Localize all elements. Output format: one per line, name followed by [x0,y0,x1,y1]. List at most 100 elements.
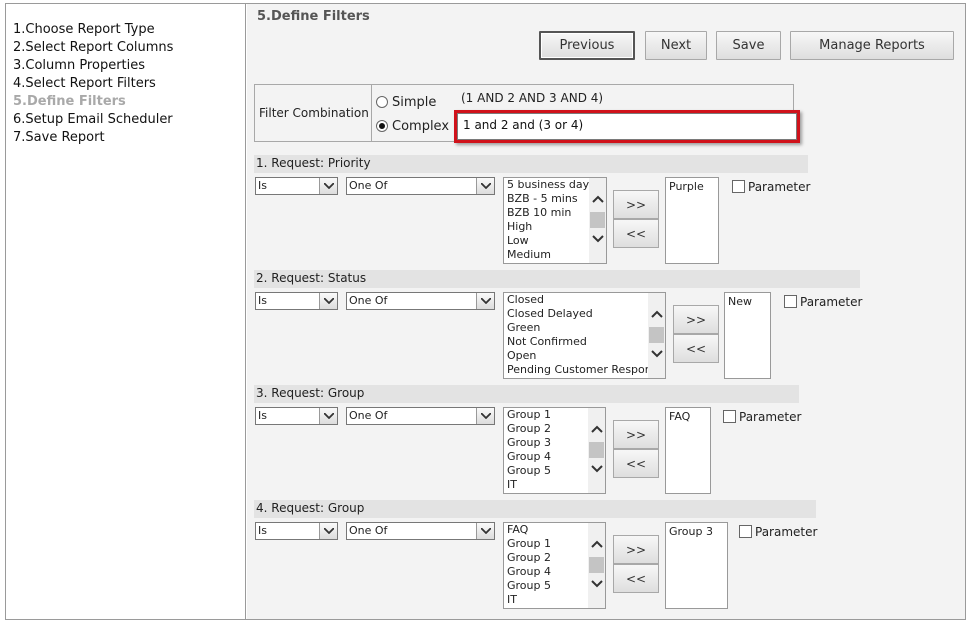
list-item[interactable]: Open [504,349,665,363]
filter-2-parameter-checkbox[interactable] [784,295,797,308]
filter-3-header: 3. Request: Group [254,385,799,403]
list-item[interactable]: Closed Delayed [504,307,665,321]
chevron-up-icon[interactable] [590,538,603,550]
complex-radio-label[interactable]: Complex [392,119,449,134]
list-item[interactable]: Pending Customer Response [504,363,665,377]
scrollbar[interactable] [648,293,665,378]
filter-2-add-button[interactable]: >> [673,305,719,334]
filter-2-selected-list[interactable]: New [724,292,771,379]
filter-3-match-value: One Of [349,409,388,422]
filter-4-available-list[interactable]: FAQ Group 1 Group 2 Group 4 Group 5 IT [503,522,606,609]
wizard-steps-sidebar: 1.Choose Report Type 2.Select Report Col… [6,4,246,619]
filter-1-condition-select[interactable]: Is [255,177,338,195]
filter-2-condition-select[interactable]: Is [255,292,338,310]
step-define-filters: 5.Define Filters [13,94,126,109]
list-item[interactable]: FAQ [669,410,707,423]
scrollbar[interactable] [588,408,605,493]
filter-3-available-list[interactable]: Group 1 Group 2 Group 3 Group 4 Group 5 … [503,407,606,494]
scrollbar-thumb[interactable] [589,557,604,573]
page-title: 5.Define Filters [257,9,370,24]
step-select-report-columns[interactable]: 2.Select Report Columns [13,40,173,55]
filter-4-parameter-checkbox[interactable] [739,525,752,538]
filter-3-add-button[interactable]: >> [613,420,659,449]
filter-1-available-list[interactable]: 5 business days BZB - 5 mins BZB 10 min … [503,177,607,264]
scrollbar[interactable] [589,178,606,263]
previous-button[interactable]: Previous [539,31,635,60]
filter-1-parameter-checkbox[interactable] [732,180,745,193]
simple-combination-text: (1 AND 2 AND 3 AND 4) [461,91,604,105]
report-wizard-frame: 1.Choose Report Type 2.Select Report Col… [5,3,966,620]
filter-1-remove-button[interactable]: << [613,219,659,248]
save-button[interactable]: Save [716,31,781,60]
filter-2-header: 2. Request: Status [254,270,860,288]
filter-2-match-select[interactable]: One Of [346,292,495,310]
filter-2-remove-button[interactable]: << [673,334,719,363]
chevron-down-icon[interactable] [319,178,337,194]
chevron-up-icon[interactable] [591,193,604,205]
scrollbar-thumb[interactable] [589,442,604,458]
chevron-down-icon[interactable] [591,233,604,245]
chevron-up-icon[interactable] [590,423,603,435]
chevron-down-icon[interactable] [650,348,663,360]
filter-combination-box: Filter Combination Simple (1 AND 2 AND 3… [254,84,800,143]
filter-1-match-select[interactable]: One Of [346,177,495,195]
filter-4-match-select[interactable]: One Of [346,522,495,540]
filter-1-add-button[interactable]: >> [613,190,659,219]
filter-2-available-list[interactable]: Closed Closed Delayed Green Not Confirme… [503,292,666,379]
list-item[interactable]: New [728,295,767,308]
scrollbar-thumb[interactable] [649,327,664,343]
filter-4-remove-button[interactable]: << [613,564,659,593]
filter-4-header: 4. Request: Group [254,500,816,518]
complex-expression-input[interactable]: 1 and 2 and (3 or 4) [457,113,797,140]
list-item[interactable]: Purple [669,180,715,193]
step-column-properties[interactable]: 3.Column Properties [13,58,145,73]
filter-4-selected-list[interactable]: Group 3 [665,522,728,609]
chevron-down-icon[interactable] [319,523,337,539]
filter-1-condition-value: Is [258,179,267,192]
chevron-down-icon[interactable] [319,293,337,309]
chevron-down-icon[interactable] [476,523,494,539]
filter-4-condition-select[interactable]: Is [255,522,338,540]
complex-radio[interactable] [376,120,388,132]
next-button[interactable]: Next [645,31,707,60]
scrollbar[interactable] [588,523,605,608]
filter-3-remove-button[interactable]: << [613,449,659,478]
scrollbar-thumb[interactable] [590,212,605,228]
filter-3-selected-list[interactable]: FAQ [665,407,711,494]
step-choose-report-type[interactable]: 1.Choose Report Type [13,22,155,37]
chevron-down-icon[interactable] [590,463,603,475]
list-item[interactable]: Group 3 [669,525,724,538]
chevron-down-icon[interactable] [319,408,337,424]
chevron-up-icon[interactable] [650,308,663,320]
chevron-down-icon[interactable] [476,408,494,424]
filter-1-header: 1. Request: Priority [254,155,808,173]
chevron-down-icon[interactable] [476,293,494,309]
step-select-report-filters[interactable]: 4.Select Report Filters [13,76,156,91]
chevron-down-icon[interactable] [590,578,603,590]
define-filters-panel: 5.Define Filters Previous Next Save Mana… [247,4,965,619]
filter-4-add-button[interactable]: >> [613,535,659,564]
filter-4-match-value: One Of [349,524,388,537]
list-item[interactable]: Closed [504,293,665,307]
list-item[interactable]: Green [504,321,665,335]
list-item[interactable]: Not Confirmed [504,335,665,349]
filter-3-parameter-checkbox[interactable] [723,410,736,423]
filter-combination-label: Filter Combination [255,85,372,141]
step-setup-email-scheduler[interactable]: 6.Setup Email Scheduler [13,112,173,127]
filter-3-match-select[interactable]: One Of [346,407,495,425]
chevron-down-icon[interactable] [476,178,494,194]
simple-radio-label[interactable]: Simple [392,95,436,110]
filter-4-condition-value: Is [258,524,267,537]
filter-4-parameter-label: Parameter [755,525,818,539]
manage-reports-button[interactable]: Manage Reports [790,31,954,60]
simple-radio[interactable] [376,96,388,108]
filter-2-parameter-label: Parameter [800,295,863,309]
filter-2-match-value: One Of [349,294,388,307]
filter-2-condition-value: Is [258,294,267,307]
filter-3-condition-select[interactable]: Is [255,407,338,425]
filter-1-selected-list[interactable]: Purple [665,177,719,264]
filter-3-parameter-label: Parameter [739,410,802,424]
filter-3-condition-value: Is [258,409,267,422]
filter-1-parameter-label: Parameter [748,180,811,194]
step-save-report[interactable]: 7.Save Report [13,130,105,145]
